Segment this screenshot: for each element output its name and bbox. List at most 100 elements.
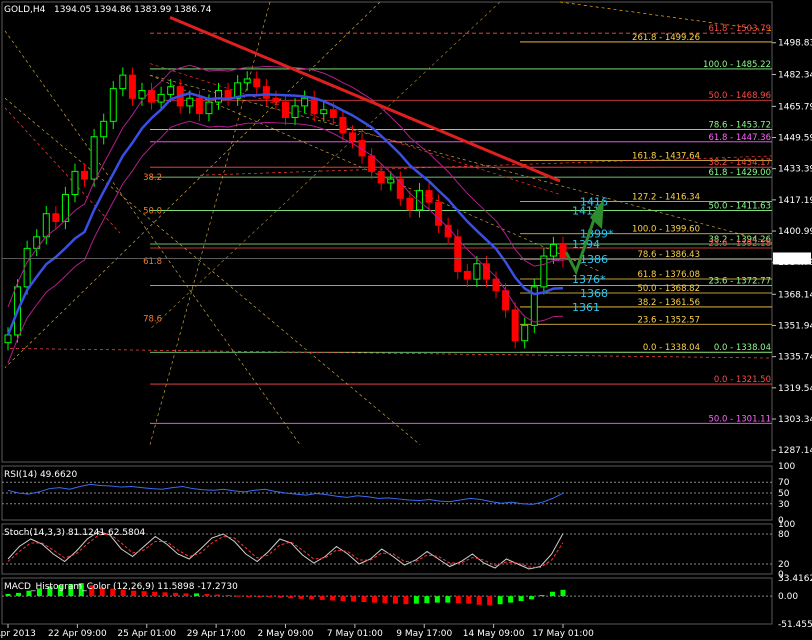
time-axis: 17 Apr 2013 22 Apr 09:00 25 Apr 01:00 29 Ap… (0, 624, 594, 639)
price-tick-label: 1335.74 (778, 353, 812, 363)
candle-body (138, 90, 146, 99)
candle-body (167, 86, 175, 95)
macd-bar (277, 596, 283, 598)
price-tick-label: 1319.54 (778, 384, 812, 394)
candle-body (81, 170, 89, 180)
ohlc-label: 1394.05 1394.86 1383.99 1386.74 (54, 5, 212, 15)
macd-bar (298, 596, 304, 599)
candle-body (463, 270, 471, 280)
time-tick-label: 29 Apr 17:00 (187, 629, 246, 639)
candle-body (368, 155, 376, 172)
fib-level-label: 127.2 - 1416.34 (632, 193, 700, 203)
candle-body (310, 97, 318, 115)
macd-bar (309, 596, 315, 600)
macd-bar (529, 596, 535, 600)
candle-body (90, 136, 98, 180)
price-annotation: 1368 (580, 287, 608, 300)
candle-body (71, 170, 79, 195)
candle-body (329, 109, 337, 118)
candle-body (253, 78, 261, 88)
trend-line (149, 1, 271, 445)
fib-level-label: 23.6 - 1352.57 (637, 315, 700, 325)
candle-body (186, 97, 194, 107)
price-annotation: 1376* (572, 273, 606, 286)
chart-canvas: 1498.83 1482.34 1465.79 1449.59 1433.39 1417.… (0, 1, 812, 639)
candle-body (406, 197, 414, 211)
fib-level-label: 0.0 - 1338.04 (714, 343, 771, 353)
candle-body (205, 101, 213, 115)
candle-body (301, 97, 309, 107)
candle-body (521, 324, 529, 342)
fib-level-label: 38.2 - 1434.17 (708, 158, 771, 168)
macd-bar (351, 596, 357, 602)
price-tick-label: 1287.14 (778, 446, 812, 456)
stochastic-panel[interactable]: 10080200Stoch(14,3,3) 81.1241 62.5804 (1, 520, 795, 580)
macd-bar (288, 596, 294, 599)
candle-body (339, 116, 347, 134)
candle-body (100, 120, 108, 138)
time-tick-label: 22 Apr 09:00 (48, 629, 107, 639)
candle-body (387, 178, 395, 184)
candle-body (215, 90, 223, 103)
candle-body (511, 309, 519, 342)
candle-body (435, 201, 443, 226)
candle-body (272, 97, 280, 103)
fib-level-label: 100.0 - 1485.22 (703, 60, 771, 70)
macd-bar (413, 596, 419, 604)
price-annotation: 1386 (580, 253, 608, 266)
left-fib-label: 50.0 (143, 207, 162, 217)
macd-bar (382, 596, 388, 604)
macd-bar (267, 596, 273, 598)
macd-panel[interactable]: 33.4162 0.00 -51.4554 MACD_Histogram_Color … (1, 574, 812, 630)
price-tick-label: 1433.39 (778, 165, 812, 175)
fib-level-label: 161.8 - 1437.64 (632, 152, 700, 162)
rsi-panel[interactable]: 1007050300RSI(14) 49.6620 (1, 462, 795, 526)
candle-body (425, 190, 433, 203)
trend-line (4, 97, 421, 445)
macd-bar (455, 596, 461, 604)
macd-bar (340, 596, 346, 601)
macd-bar (392, 596, 398, 604)
stoch-tick-label: 100 (778, 520, 795, 530)
trend-line (199, 155, 773, 176)
macd-bar (434, 596, 440, 603)
candle-body (224, 90, 232, 99)
fib-level-label: 23.6 - 1392.18 (708, 239, 771, 249)
macd-bar (497, 596, 503, 605)
macd-bar (487, 596, 493, 606)
macd-bar (539, 595, 545, 597)
macd-bar (466, 596, 472, 604)
macd-bar (361, 596, 367, 603)
candle-body (454, 236, 462, 272)
candle-body (119, 74, 127, 90)
fib-level-label: 61.8 - 1503.79 (708, 24, 771, 34)
trend-line (4, 1, 381, 368)
macd-bar (183, 593, 189, 597)
rsi-tick-label: 100 (778, 462, 795, 472)
fib-level-label: 0.0 - 1338.04 (643, 343, 700, 353)
macd-bar (246, 596, 252, 598)
rsi-line (7, 483, 564, 505)
macd-bar (372, 596, 378, 603)
price-tick-label: 1368.14 (778, 290, 812, 300)
macd-bar (15, 592, 21, 597)
candle-body (243, 78, 251, 84)
macd-bar (424, 596, 430, 604)
candle-body (52, 213, 60, 222)
price-chart-panel[interactable]: 1498.83 1482.34 1465.79 1449.59 1433.39 1417.… (1, 1, 812, 463)
price-tick-label: 1465.79 (778, 102, 812, 112)
current-price-label: 1386.74 (775, 254, 812, 264)
candle-body (377, 170, 385, 184)
candle-body (348, 132, 356, 142)
candle-body (540, 255, 548, 288)
macd-bar (560, 589, 566, 597)
time-tick-label: 17 May 01:00 (532, 629, 594, 639)
fib-level-label: 100.0 - 1399.60 (632, 225, 700, 235)
candle-body (109, 88, 117, 122)
candle-body (559, 244, 567, 261)
trend-line (149, 1, 501, 330)
time-tick-label: 25 Apr 01:00 (117, 629, 176, 639)
fib-level-label: 50.0 - 1468.96 (708, 91, 771, 101)
candle-body (195, 97, 203, 115)
candle-body (291, 105, 299, 118)
